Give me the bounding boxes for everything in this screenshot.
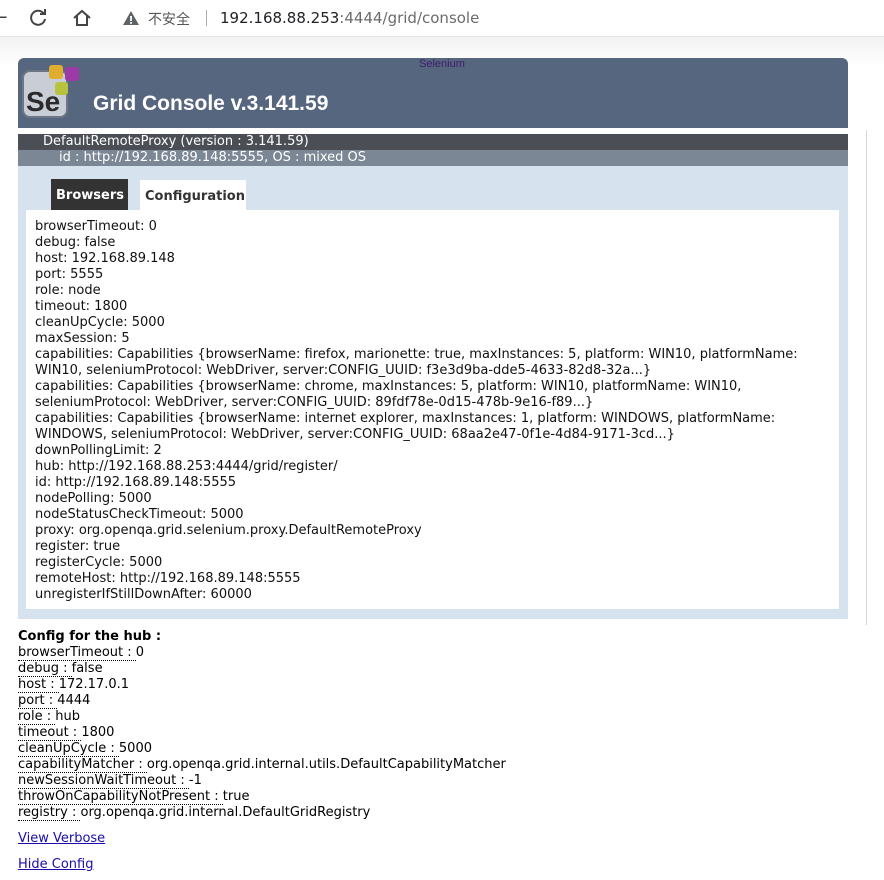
hub-config-row: browserTimeout : 0 — [18, 645, 858, 661]
hub-config-key: role : — [18, 709, 56, 725]
address-bar[interactable]: 192.168.88.253:4444/grid/console — [220, 9, 479, 27]
config-line: hub: http://192.168.88.253:4444/grid/reg… — [35, 459, 338, 474]
hub-config-value: 172.17.0.1 — [58, 677, 130, 692]
hub-config-value: -1 — [188, 773, 202, 788]
hub-config-key: port : — [18, 693, 58, 709]
config-line: register: true — [35, 539, 121, 554]
hub-config-value: true — [222, 789, 250, 804]
hub-config-key: browserTimeout : — [18, 645, 136, 661]
config-line: capabilities: Capabilities {browserName:… — [35, 347, 802, 378]
insecure-label[interactable]: 不安全 — [148, 9, 190, 29]
hub-config-key: registry : — [18, 805, 81, 821]
warning-icon[interactable] — [122, 9, 140, 27]
home-icon[interactable] — [70, 6, 94, 30]
hub-config: Config for the hub : browserTimeout : 0d… — [18, 629, 858, 821]
config-line: nodeStatusCheckTimeout: 5000 — [35, 507, 244, 522]
selenium-logo[interactable]: Se — [21, 63, 79, 121]
config-line: capabilities: Capabilities {browserName:… — [35, 411, 780, 442]
hub-config-key: throwOnCapabilityNotPresent : — [18, 789, 223, 805]
hub-config-key: capabilityMatcher : — [18, 757, 147, 773]
proxy-id: id : http://192.168.89.148:5555, OS : mi… — [59, 150, 367, 165]
address-separator — [206, 10, 207, 26]
tab-configuration[interactable]: Configuration — [140, 180, 246, 210]
hub-config-value: org.openqa.grid.internal.utils.DefaultCa… — [146, 757, 506, 772]
view-verbose-link[interactable]: View Verbose — [18, 831, 105, 846]
url-path: :4444/grid/console — [339, 9, 480, 27]
hub-config-title: Config for the hub : — [18, 629, 162, 644]
reload-icon[interactable] — [26, 6, 50, 30]
hub-config-key: newSessionWaitTimeout : — [18, 773, 189, 789]
browser-toolbar: ← 不安全 192.168.88.253:4444/grid/console — [0, 0, 884, 37]
config-line: unregisterIfStillDownAfter: 60000 — [35, 587, 252, 602]
config-line: debug: false — [35, 235, 116, 250]
config-line: port: 5555 — [35, 267, 104, 282]
hub-config-row: throwOnCapabilityNotPresent : true — [18, 789, 858, 805]
hub-config-value: org.openqa.grid.internal.DefaultGridRegi… — [80, 805, 371, 820]
hub-config-row: registry : org.openqa.grid.internal.Defa… — [18, 805, 858, 821]
hub-config-key: timeout : — [18, 725, 82, 741]
selenium-label: Selenium — [419, 58, 465, 70]
right-divider — [866, 130, 867, 625]
hub-config-key: debug : — [18, 661, 72, 677]
config-line: cleanUpCycle: 5000 — [35, 315, 165, 330]
config-line: browserTimeout: 0 — [35, 219, 157, 234]
config-lines: browserTimeout: 0 debug: false host: 192.1… — [35, 219, 825, 603]
hub-config-key: host : — [18, 677, 59, 693]
config-line: registerCycle: 5000 — [35, 555, 163, 570]
hub-config-value: hub — [55, 709, 81, 724]
hub-config-row: host : 172.17.0.1 — [18, 677, 858, 693]
hub-config-row: newSessionWaitTimeout : -1 — [18, 773, 858, 789]
config-line: proxy: org.openqa.grid.selenium.proxy.De… — [35, 523, 422, 538]
hub-config-value: 4444 — [57, 693, 91, 708]
config-line: downPollingLimit: 2 — [35, 443, 162, 458]
svg-text:Se: Se — [26, 86, 60, 117]
url-host: 192.168.88.253 — [220, 9, 340, 27]
proxy-name: DefaultRemoteProxy (version : 3.141.59) — [43, 134, 309, 149]
hub-config-row: role : hub — [18, 709, 858, 725]
proxy-name-bar: DefaultRemoteProxy (version : 3.141.59) — [18, 134, 848, 150]
grid-console-header: Se Selenium Grid Console v.3.141.59 — [18, 58, 848, 128]
hub-config-key: cleanUpCycle : — [18, 741, 119, 757]
proxy-id-bar: id : http://192.168.89.148:5555, OS : mi… — [18, 150, 848, 166]
config-line: capabilities: Capabilities {browserName:… — [35, 379, 746, 410]
proxy-box: DefaultRemoteProxy (version : 3.141.59) … — [18, 134, 848, 619]
back-arrow-icon[interactable]: ← — [0, 6, 12, 30]
hub-config-value: 0 — [135, 645, 145, 660]
config-line: nodePolling: 5000 — [35, 491, 152, 506]
hub-config-row: timeout : 1800 — [18, 725, 858, 741]
hub-config-value: false — [71, 661, 103, 676]
page-title: Grid Console v.3.141.59 — [93, 92, 329, 115]
config-line: role: node — [35, 283, 101, 298]
config-line: remoteHost: http://192.168.89.148:5555 — [35, 571, 301, 586]
config-line: id: http://192.168.89.148:5555 — [35, 475, 237, 490]
config-line: timeout: 1800 — [35, 299, 128, 314]
hub-config-row: cleanUpCycle : 5000 — [18, 741, 858, 757]
hub-config-row: capabilityMatcher : org.openqa.grid.inte… — [18, 757, 858, 773]
config-line: host: 192.168.89.148 — [35, 251, 175, 266]
tab-browsers[interactable]: Browsers — [51, 179, 128, 210]
hub-config-value: 1800 — [81, 725, 115, 740]
hub-config-value: 5000 — [118, 741, 152, 756]
hub-config-rows: browserTimeout : 0 debug : false host : 17… — [18, 645, 858, 821]
configuration-panel: browserTimeout: 0 debug: false host: 192.1… — [26, 210, 839, 609]
hub-config-row: debug : false — [18, 661, 858, 677]
config-line: maxSession: 5 — [35, 331, 130, 346]
hub-config-row: port : 4444 — [18, 693, 858, 709]
hide-config-link[interactable]: Hide Config — [18, 857, 93, 872]
